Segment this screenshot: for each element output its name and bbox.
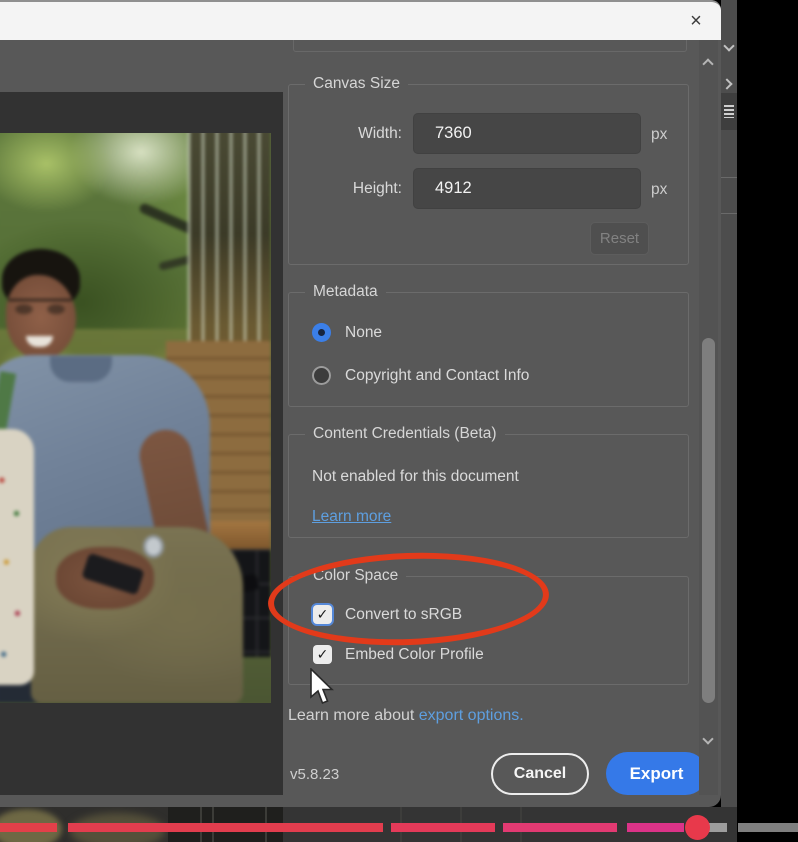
- photo-floral-dress: [0, 429, 34, 685]
- player-playhead[interactable]: [685, 815, 710, 840]
- reset-button[interactable]: Reset: [590, 222, 649, 255]
- content-credentials-status: Not enabled for this document: [312, 468, 519, 486]
- photo-shirt-collar: [50, 356, 112, 382]
- photo-person-glasses: [8, 299, 72, 316]
- radio-metadata-copyright[interactable]: [312, 366, 331, 385]
- scroll-up-icon[interactable]: [702, 58, 713, 69]
- player-progress-segment: [68, 823, 383, 832]
- canvas-size-legend: Canvas Size: [305, 75, 408, 93]
- background-panel-strip: [721, 0, 737, 807]
- radio-copyright-label: Copyright and Contact Info: [345, 367, 529, 385]
- color-space-legend: Color Space: [305, 567, 406, 585]
- panel-divider: [721, 213, 737, 214]
- learn-more-prefix: Learn more about: [288, 707, 419, 724]
- height-unit: px: [651, 181, 667, 199]
- player-progress-segment: [0, 823, 57, 832]
- player-progress-segment: [708, 823, 727, 832]
- player-progress-segment: [627, 823, 684, 832]
- dialog-scrollbar[interactable]: [699, 40, 718, 795]
- embed-color-profile-checkbox[interactable]: [313, 645, 332, 664]
- embed-color-profile-label: Embed Color Profile: [345, 646, 484, 664]
- close-icon[interactable]: ×: [684, 8, 708, 34]
- scroll-down-icon[interactable]: [702, 733, 713, 744]
- screen: ×: [0, 0, 798, 842]
- convert-to-srgb-checkbox[interactable]: [313, 605, 332, 624]
- content-credentials-legend: Content Credentials (Beta): [305, 425, 505, 443]
- player-progress-segment: [391, 823, 495, 832]
- panel-tab[interactable]: [721, 93, 737, 130]
- height-label: Height:: [289, 180, 402, 198]
- radio-none-label: None: [345, 324, 382, 342]
- dialog-titlebar: ×: [0, 0, 721, 40]
- cancel-button[interactable]: Cancel: [491, 753, 589, 795]
- learn-more-line: Learn more about export options.: [288, 707, 524, 725]
- width-unit: px: [651, 126, 667, 144]
- panel-divider: [721, 177, 737, 178]
- player-progress-segment: [503, 823, 617, 832]
- export-options-link[interactable]: export options.: [419, 707, 524, 724]
- mouse-cursor: [309, 668, 335, 706]
- player-progress-segment: [738, 823, 798, 832]
- export-as-dialog: ×: [0, 0, 721, 807]
- content-credentials-group: Content Credentials (Beta) Not enabled f…: [288, 434, 689, 538]
- scrollbar-thumb[interactable]: [702, 338, 715, 703]
- photo-wrist-watch: [143, 535, 164, 558]
- width-label: Width:: [289, 125, 402, 143]
- radio-metadata-none[interactable]: [312, 323, 331, 342]
- player-progress-bar[interactable]: [0, 823, 798, 832]
- photo-art: [0, 133, 271, 703]
- version-label: v5.8.23: [290, 766, 339, 783]
- convert-to-srgb-label: Convert to sRGB: [345, 606, 462, 624]
- export-button[interactable]: Export: [606, 752, 707, 795]
- learn-more-link[interactable]: Learn more: [312, 508, 391, 526]
- width-input[interactable]: [413, 113, 641, 154]
- photo-preview: [0, 133, 271, 703]
- canvas-size-group: Canvas Size Width: px Height: px Reset: [288, 84, 689, 265]
- panel-expand-icon[interactable]: [721, 78, 732, 89]
- color-space-group: Color Space Convert to sRGB Embed Color …: [288, 576, 689, 685]
- menu-icon: [724, 105, 734, 118]
- chevron-down-icon[interactable]: [723, 40, 734, 51]
- height-input[interactable]: [413, 168, 641, 209]
- metadata-legend: Metadata: [305, 283, 386, 301]
- preview-mat: [0, 92, 283, 795]
- metadata-group: Metadata None Copyright and Contact Info: [288, 292, 689, 407]
